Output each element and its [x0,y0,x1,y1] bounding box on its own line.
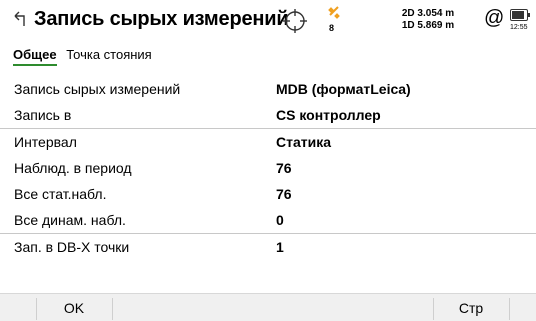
row-value: 1 [276,239,284,255]
ok-button[interactable]: OK [36,294,112,321]
tab-bar: Общее Точка стояния [13,47,158,67]
position-quality[interactable]: 2D 3.054 m 1D 5.869 m [380,8,476,32]
row-value: Статика [276,134,332,150]
row-label: Все динам. набл. [14,212,126,228]
quality-1d: 1D 5.869 m [401,20,455,31]
battery-icon[interactable] [510,9,530,21]
row-value: MDB (форматLeica) [276,81,411,97]
footer-divider [112,298,113,320]
row-label: Интервал [14,134,77,150]
footer-bar: OK Стр [0,293,536,321]
row-raw-logging[interactable]: Запись сырых измерений MDB (форматLeica) [0,76,536,102]
satellite-count: 8 [329,23,335,33]
satellite-icon[interactable] [325,5,345,35]
row-interval[interactable]: Интервал Статика [0,128,536,155]
row-label: Запись сырых измерений [14,81,181,97]
tab-general[interactable]: Общее [13,47,57,66]
target-icon[interactable] [282,8,308,34]
page-button[interactable]: Стр [433,294,509,321]
row-all-dynamic-obs[interactable]: Все динам. набл. 0 [0,207,536,233]
quality-2d: 2D 3.054 m [401,8,455,19]
row-label: Запись в [14,107,72,123]
row-dbx-points[interactable]: Зап. в DB-X точки 1 [0,233,536,260]
at-icon[interactable]: @ [484,7,504,30]
row-all-static-obs[interactable]: Все стат.набл. 76 [0,181,536,207]
back-arrow-icon[interactable] [12,9,28,29]
title-bar: Запись сырых измерений 8 2D 3.054 m 1D 5… [0,0,536,40]
row-value: 0 [276,212,284,228]
row-label: Все стат.набл. [14,186,107,202]
footer-divider [509,298,510,320]
row-value: 76 [276,160,292,176]
row-log-to[interactable]: Запись в CS контроллер [0,102,536,128]
row-value: 76 [276,186,292,202]
row-label: Зап. в DB-X точки [14,239,130,255]
page-title: Запись сырых измерений [34,8,289,30]
settings-list: Запись сырых измерений MDB (форматLeica)… [0,76,536,260]
row-label: Наблюд. в период [14,160,132,176]
row-value: CS контроллер [276,107,381,123]
tab-station-point[interactable]: Точка стояния [66,47,152,62]
row-obs-per-period[interactable]: Наблюд. в период 76 [0,155,536,181]
battery-time: 12:55 [510,24,528,31]
